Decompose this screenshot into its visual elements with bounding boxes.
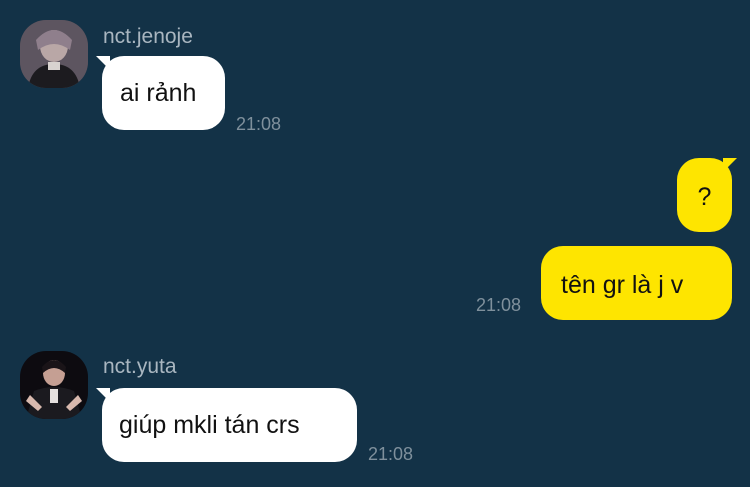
avatar-nct-yuta[interactable] bbox=[20, 351, 88, 419]
avatar-nct-jenoje[interactable] bbox=[20, 20, 88, 88]
message-text: ? bbox=[697, 183, 712, 211]
sender-name: nct.jenoje bbox=[103, 25, 193, 48]
sender-name: nct.yuta bbox=[103, 355, 177, 378]
message-timestamp: 21:08 bbox=[368, 444, 414, 464]
message-text: ai rảnh bbox=[120, 79, 197, 107]
message-bubble[interactable]: ? bbox=[677, 158, 732, 232]
message-bubble[interactable]: tên gr là j v bbox=[541, 246, 732, 320]
message-timestamp: 21:08 bbox=[476, 295, 522, 315]
profile-photo-icon bbox=[20, 351, 88, 419]
message-timestamp: 21:08 bbox=[236, 114, 282, 134]
message-bubble[interactable]: giúp mkli tán crs bbox=[102, 388, 357, 462]
message-text: tên gr là j v bbox=[561, 271, 684, 299]
message-text: giúp mkli tán crs bbox=[119, 411, 300, 439]
profile-photo-icon bbox=[20, 20, 88, 88]
message-bubble[interactable]: ai rảnh bbox=[102, 56, 225, 130]
